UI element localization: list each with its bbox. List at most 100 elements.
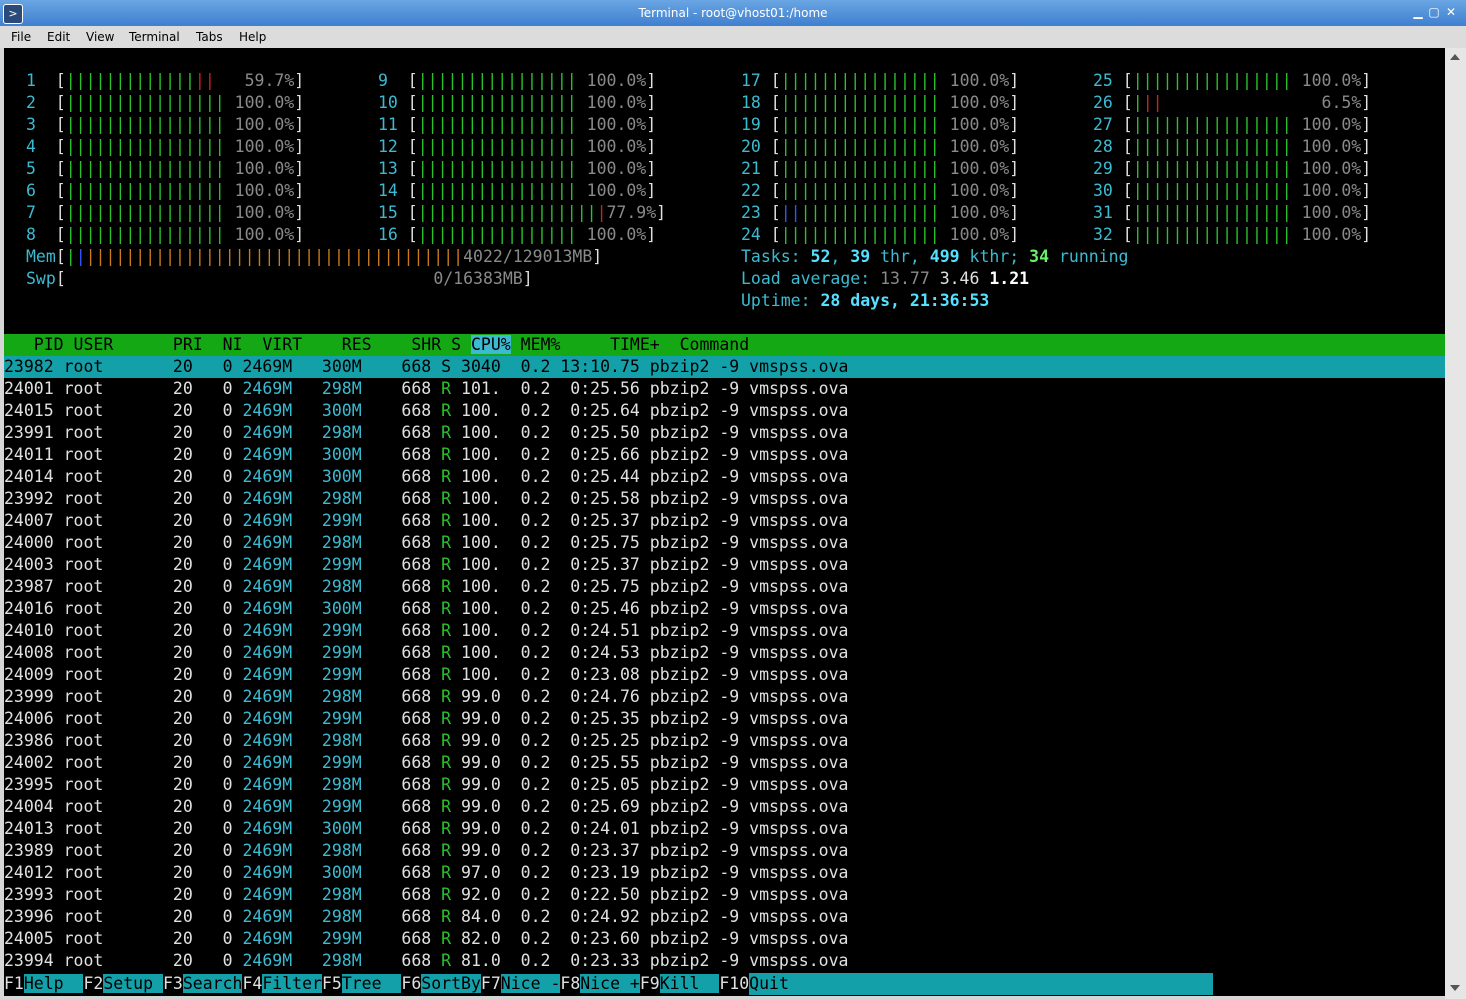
header-time[interactable]: TIME+	[570, 335, 679, 354]
process-user: root	[63, 643, 163, 662]
process-cpu: 100.	[461, 643, 511, 662]
process-row[interactable]: 24008 root 20 0 2469M 299M 668 R 100. 0.…	[4, 642, 848, 664]
process-mem: 0.2	[510, 511, 561, 530]
process-args: -9 vmspss.ova	[719, 445, 849, 464]
process-row[interactable]: 23987 root 20 0 2469M 298M 668 R 100. 0.…	[4, 576, 848, 598]
cpu-meter: 7 [|||||||||||||||| 100.0%]	[26, 203, 305, 222]
process-row[interactable]: 23996 root 20 0 2469M 298M 668 R 84.0 0.…	[4, 906, 848, 928]
process-row[interactable]: 23986 root 20 0 2469M 298M 668 R 99.0 0.…	[4, 730, 848, 752]
process-row[interactable]: 24000 root 20 0 2469M 298M 668 R 100. 0.…	[4, 532, 848, 554]
fkey-f2[interactable]: F2Setup	[83, 974, 163, 993]
header-cpu[interactable]: CPU%	[470, 335, 511, 354]
menu-file[interactable]: File	[11, 30, 31, 44]
menu-edit[interactable]: Edit	[47, 30, 70, 44]
header-user[interactable]: USER	[74, 335, 173, 354]
window-title: Terminal - root@vhost01:/home	[638, 6, 828, 20]
process-time: 0:25.37	[560, 511, 650, 530]
process-row[interactable]: 24012 root 20 0 2469M 300M 668 R 97.0 0.…	[4, 862, 848, 884]
process-row[interactable]: 24011 root 20 0 2469M 300M 668 R 100. 0.…	[4, 444, 848, 466]
process-row[interactable]: 24016 root 20 0 2469M 300M 668 R 100. 0.…	[4, 598, 848, 620]
process-row[interactable]: 23989 root 20 0 2469M 298M 668 R 99.0 0.…	[4, 840, 848, 862]
process-command: pbzip2	[649, 797, 720, 816]
cpu-number: 28	[1093, 137, 1113, 156]
process-row[interactable]: 23991 root 20 0 2469M 298M 668 R 100. 0.…	[4, 422, 848, 444]
menu-help[interactable]: Help	[239, 30, 266, 44]
process-cpu: 100.	[461, 599, 511, 618]
fkey-f8[interactable]: F8Nice +	[560, 974, 640, 993]
process-pri: 20	[162, 643, 203, 662]
fkey-f9[interactable]: F9Kill	[640, 974, 720, 993]
header-state[interactable]: S	[451, 335, 471, 354]
process-row[interactable]: 24013 root 20 0 2469M 300M 668 R 99.0 0.…	[4, 818, 848, 840]
process-row[interactable]: 23993 root 20 0 2469M 298M 668 R 92.0 0.…	[4, 884, 848, 906]
header-res[interactable]: RES	[312, 335, 382, 354]
process-mem: 0.2	[510, 775, 561, 794]
process-state: R	[441, 533, 462, 552]
menu-tabs[interactable]: Tabs	[196, 30, 223, 44]
header-shr[interactable]: SHR	[382, 335, 452, 354]
fkey-action: SortBy	[421, 974, 481, 993]
maximize-icon[interactable]: ▢	[1425, 3, 1443, 21]
cpu-percent: 77.9%	[606, 203, 657, 222]
process-shr: 668	[371, 511, 442, 530]
cpu-bar: ||||||||||||||||	[417, 93, 577, 112]
header-virt[interactable]: VIRT	[252, 335, 312, 354]
process-row[interactable]: 24003 root 20 0 2469M 299M 668 R 100. 0.…	[4, 554, 848, 576]
process-row[interactable]: 23992 root 20 0 2469M 298M 668 R 100. 0.…	[4, 488, 848, 510]
process-mem: 0.2	[510, 379, 561, 398]
fkey-f6[interactable]: F6SortBy	[401, 974, 481, 993]
process-cpu: 99.0	[461, 775, 511, 794]
process-row[interactable]: 24002 root 20 0 2469M 299M 668 R 99.0 0.…	[4, 752, 848, 774]
process-command: pbzip2	[649, 709, 720, 728]
process-row[interactable]: 24009 root 20 0 2469M 299M 668 R 100. 0.…	[4, 664, 848, 686]
fkey-f3[interactable]: F3Search	[163, 974, 243, 993]
scrollbar[interactable]	[1445, 48, 1466, 999]
process-command: pbzip2	[649, 401, 720, 420]
process-mem: 0.2	[510, 731, 561, 750]
process-row[interactable]: 23995 root 20 0 2469M 298M 668 R 99.0 0.…	[4, 774, 848, 796]
fkey-f4[interactable]: F4Filter	[242, 974, 322, 993]
process-row[interactable]: 24001 root 20 0 2469M 298M 668 R 101. 0.…	[4, 378, 848, 400]
process-row[interactable]: 23982 root 20 0 2469M 300M 668 S 3040 0.…	[4, 356, 1445, 378]
process-virt: 2469M	[242, 841, 303, 860]
process-row[interactable]: 24005 root 20 0 2469M 299M 668 R 82.0 0.…	[4, 928, 848, 950]
menu-terminal[interactable]: Terminal	[129, 30, 180, 44]
process-virt: 2469M	[242, 907, 303, 926]
cpu-bar: ||||||||||||||||	[65, 203, 225, 222]
process-cpu: 101.	[461, 379, 511, 398]
header-pid[interactable]: PID	[4, 335, 74, 354]
process-user: root	[63, 731, 163, 750]
process-res: 300M	[302, 401, 372, 420]
process-user: root	[63, 841, 163, 860]
menu-view[interactable]: View	[86, 30, 114, 44]
process-row[interactable]: 24010 root 20 0 2469M 299M 668 R 100. 0.…	[4, 620, 848, 642]
fkey-f10[interactable]: F10Quit	[719, 973, 1214, 995]
cpu-bar: ||||||||||||||||	[780, 159, 940, 178]
scroll-down-icon[interactable]	[1450, 985, 1460, 991]
process-shr: 668	[371, 863, 442, 882]
fkey-f7[interactable]: F7Nice -	[481, 974, 561, 993]
process-row[interactable]: 24007 root 20 0 2469M 299M 668 R 100. 0.…	[4, 510, 848, 532]
scroll-up-icon[interactable]	[1450, 54, 1460, 60]
header-mem[interactable]: MEM%	[511, 335, 571, 354]
close-icon[interactable]: ✕	[1442, 3, 1460, 21]
fkey-f5[interactable]: F5Tree	[322, 974, 402, 993]
process-row[interactable]: 24015 root 20 0 2469M 300M 668 R 100. 0.…	[4, 400, 848, 422]
process-command: pbzip2	[649, 357, 720, 376]
header-pri[interactable]: PRI	[173, 335, 213, 354]
process-row[interactable]: 24004 root 20 0 2469M 299M 668 R 99.0 0.…	[4, 796, 848, 818]
process-row[interactable]: 23994 root 20 0 2469M 298M 668 R 81.0 0.…	[4, 950, 848, 972]
cpu-meter: 14 [|||||||||||||||| 100.0%]	[378, 181, 657, 200]
process-pid: 24012	[4, 863, 64, 882]
fkey-f1[interactable]: F1Help	[4, 974, 84, 993]
terminal-area[interactable]: 1 [||||||||||||||| 59.7%] 2 [||||||||||||…	[4, 48, 1445, 996]
process-ni: 0	[202, 555, 243, 574]
process-row[interactable]: 24006 root 20 0 2469M 299M 668 R 99.0 0.…	[4, 708, 848, 730]
cpu-percent: 100.0%	[1301, 203, 1362, 222]
process-ni: 0	[202, 621, 243, 640]
header-command[interactable]: Command	[680, 335, 750, 354]
process-row[interactable]: 23999 root 20 0 2469M 298M 668 R 99.0 0.…	[4, 686, 848, 708]
process-row[interactable]: 24014 root 20 0 2469M 300M 668 R 100. 0.…	[4, 466, 848, 488]
process-pri: 20	[162, 467, 203, 486]
header-ni[interactable]: NI	[213, 335, 253, 354]
